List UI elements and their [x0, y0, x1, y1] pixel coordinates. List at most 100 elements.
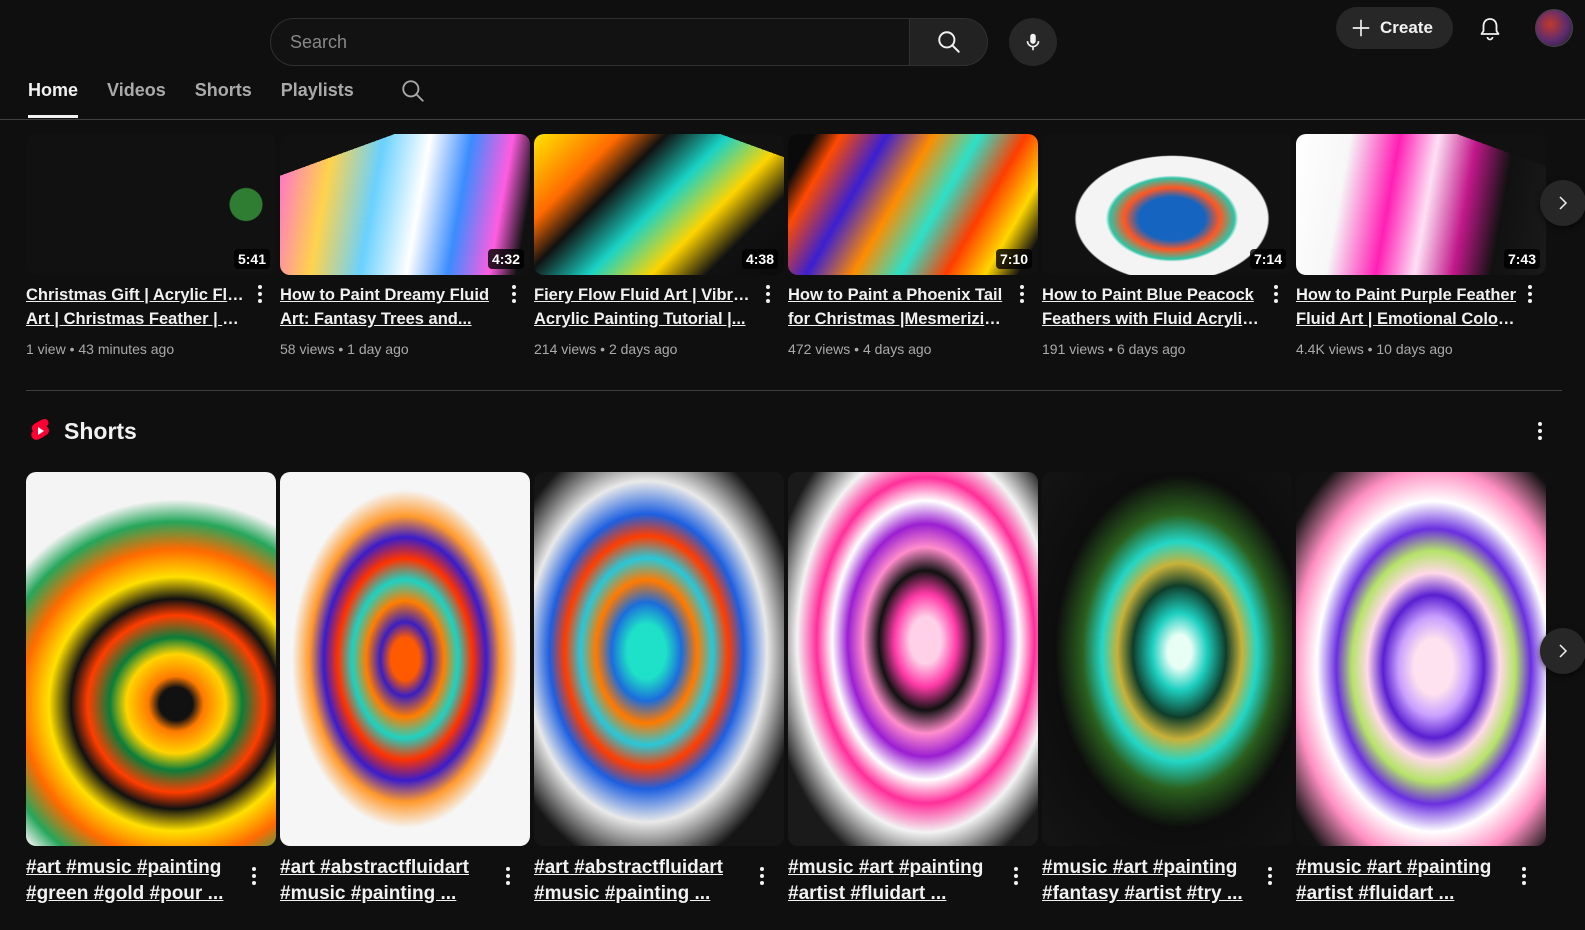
short-menu-button[interactable]	[1006, 862, 1026, 890]
video-title[interactable]: How to Paint Blue Peacock Feathers with F…	[1042, 283, 1264, 331]
video-title-line: How to Paint a Phoenix Tail	[788, 286, 1003, 304]
video-menu-button[interactable]	[1266, 280, 1286, 308]
short-title-line: #art #abstractfluidart	[534, 857, 724, 878]
short-menu-button[interactable]	[498, 862, 518, 890]
video-age: 43 minutes ago	[78, 341, 175, 357]
video-menu-button[interactable]	[250, 280, 270, 308]
video-card[interactable]: 7:43 How to Paint Purple Feather Fluid Ar…	[1296, 134, 1546, 357]
short-title-line: #music #art #painting	[1042, 857, 1238, 878]
video-title[interactable]: How to Paint a Phoenix Tail for Christmas…	[788, 283, 1010, 331]
short-thumbnail[interactable]	[280, 472, 530, 846]
short-title-line: #art #abstractfluidart	[280, 857, 470, 878]
short-title-line: #music #painting ...	[534, 883, 711, 904]
short-card[interactable]: #music #art #painting #artist #fluidart .…	[1296, 472, 1546, 904]
shorts-logo-icon	[31, 419, 49, 440]
video-meta: 58 views • 1 day ago	[280, 341, 409, 357]
channel-tabs: Home Videos Shorts Playlists	[28, 78, 383, 119]
section-divider	[26, 390, 1562, 391]
video-menu-button[interactable]	[1012, 280, 1032, 308]
tab-shorts[interactable]: Shorts	[195, 78, 252, 119]
short-title[interactable]: #art #music #painting #green #gold #pour …	[26, 855, 248, 907]
short-card[interactable]: #music #art #painting #artist #fluidart .…	[788, 472, 1038, 904]
bell-icon	[1480, 18, 1500, 41]
short-thumbnail[interactable]	[534, 472, 784, 846]
video-thumbnail[interactable]: 5:41	[26, 134, 276, 275]
video-age: 4 days ago	[862, 341, 932, 357]
short-title[interactable]: #art #abstractfluidart #music #painting .…	[280, 855, 502, 907]
short-title-line: #green #gold #pour ...	[26, 883, 224, 904]
video-duration: 7:43	[1503, 249, 1540, 269]
short-menu-button[interactable]	[244, 862, 264, 890]
video-views: 4.4K views	[1296, 341, 1364, 357]
chevron-right-icon	[1559, 644, 1568, 658]
video-thumbnail[interactable]: 4:38	[534, 134, 784, 275]
videos-next-button[interactable]	[1540, 180, 1585, 226]
search-box[interactable]	[270, 18, 910, 66]
avatar[interactable]	[1535, 9, 1573, 47]
video-title-line: How to Paint Blue Peacock	[1042, 286, 1254, 304]
video-menu-button[interactable]	[504, 280, 524, 308]
search-button[interactable]	[910, 18, 988, 66]
tab-home[interactable]: Home	[28, 78, 79, 119]
video-duration: 7:14	[1249, 249, 1286, 269]
shorts-next-button[interactable]	[1540, 628, 1585, 674]
short-card[interactable]: #music #art #painting #fantasy #artist #t…	[1042, 472, 1292, 904]
video-card[interactable]: 7:10 How to Paint a Phoenix Tail for Chri…	[788, 134, 1038, 357]
notifications-button[interactable]	[1470, 9, 1510, 49]
video-duration: 7:10	[995, 249, 1032, 269]
video-card[interactable]: 7:14 How to Paint Blue Peacock Feathers w…	[1042, 134, 1292, 357]
channel-search-button[interactable]	[400, 78, 426, 104]
short-card[interactable]: #art #abstractfluidart #music #painting .…	[534, 472, 784, 904]
short-title[interactable]: #music #art #painting #fantasy #artist #t…	[1042, 855, 1264, 907]
short-thumbnail[interactable]	[1296, 472, 1546, 846]
video-thumbnail[interactable]: 7:10	[788, 134, 1038, 275]
voice-search-button[interactable]	[1009, 18, 1057, 66]
short-thumbnail[interactable]	[788, 472, 1038, 846]
search-input[interactable]	[290, 31, 909, 53]
tab-playlists[interactable]: Playlists	[281, 78, 354, 119]
video-thumbnail[interactable]: 4:32	[280, 134, 530, 275]
search-icon	[937, 31, 960, 53]
short-menu-button[interactable]	[752, 862, 772, 890]
video-title-line: How to Paint Dreamy Fluid	[280, 286, 490, 304]
video-title-line: Art | Christmas Feather | Sil...	[26, 310, 248, 328]
short-title[interactable]: #music #art #painting #artist #fluidart .…	[1296, 855, 1518, 907]
video-title[interactable]: Christmas Gift | Acrylic Fluid Art | Chri…	[26, 283, 248, 331]
video-title[interactable]: Fiery Flow Fluid Art | Vibrant Acrylic Pa…	[534, 283, 756, 331]
create-button[interactable]: Create	[1336, 7, 1453, 49]
video-title[interactable]: How to Paint Purple Feather Fluid Art | E…	[1296, 283, 1518, 331]
shorts-title: Shorts	[64, 417, 137, 444]
short-menu-button[interactable]	[1514, 862, 1534, 890]
short-title-line: #artist #fluidart ...	[788, 883, 947, 904]
video-card[interactable]: 4:32 How to Paint Dreamy Fluid Art: Fanta…	[280, 134, 530, 357]
video-menu-button[interactable]	[1520, 280, 1540, 308]
short-title[interactable]: #music #art #painting #artist #fluidart .…	[788, 855, 1010, 907]
video-age: 1 day ago	[347, 341, 409, 357]
short-title[interactable]: #art #abstractfluidart #music #painting .…	[534, 855, 756, 907]
short-thumbnail[interactable]	[26, 472, 276, 846]
short-title-line: #fantasy #artist #try ...	[1042, 883, 1243, 904]
short-title-line: #music #painting ...	[280, 883, 457, 904]
video-card[interactable]: 5:41 Christmas Gift | Acrylic Fluid Art |…	[26, 134, 276, 357]
video-duration: 5:41	[233, 249, 270, 269]
video-views: 58 views	[280, 341, 335, 357]
shorts-menu-button[interactable]	[1530, 417, 1550, 445]
mic-icon	[1026, 33, 1040, 51]
tabs-divider	[0, 119, 1585, 120]
short-menu-button[interactable]	[1260, 862, 1280, 890]
video-title-line: Fluid Art | Emotional Colors...	[1296, 310, 1518, 328]
top-bar: Create	[0, 0, 1585, 70]
video-views: 214 views	[534, 341, 597, 357]
video-menu-button[interactable]	[758, 280, 778, 308]
video-views: 191 views	[1042, 341, 1105, 357]
video-meta: 214 views • 2 days ago	[534, 341, 678, 357]
short-thumbnail[interactable]	[1042, 472, 1292, 846]
video-meta: 1 view • 43 minutes ago	[26, 341, 175, 357]
short-card[interactable]: #art #abstractfluidart #music #painting .…	[280, 472, 530, 904]
short-card[interactable]: #art #music #painting #green #gold #pour …	[26, 472, 276, 904]
video-thumbnail[interactable]: 7:43	[1296, 134, 1546, 275]
video-title[interactable]: How to Paint Dreamy Fluid Art: Fantasy Tr…	[280, 283, 502, 331]
video-thumbnail[interactable]: 7:14	[1042, 134, 1292, 275]
video-card[interactable]: 4:38 Fiery Flow Fluid Art | Vibrant Acryl…	[534, 134, 784, 357]
tab-videos[interactable]: Videos	[107, 78, 166, 119]
